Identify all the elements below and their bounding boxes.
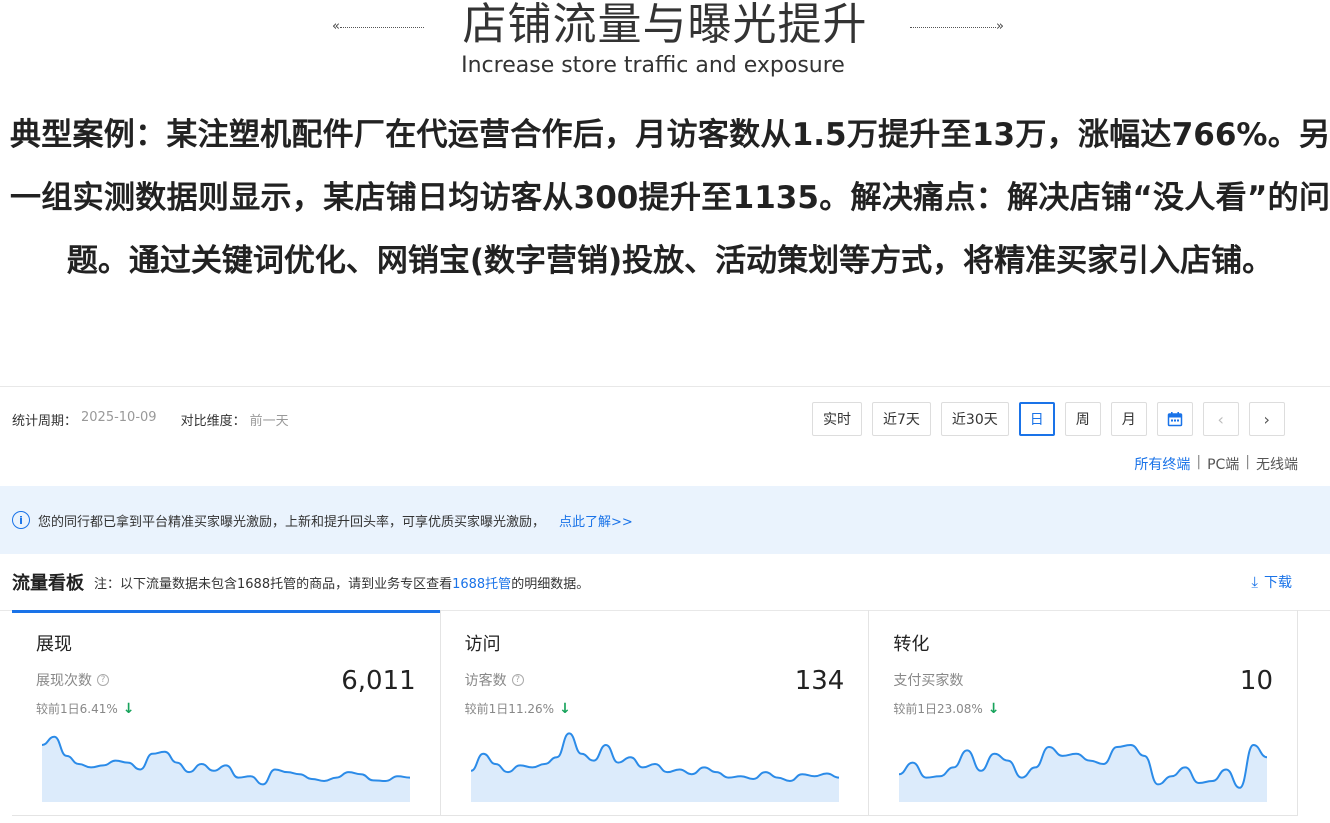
- board-header: 流量看板 注：以下流量数据未包含1688托管的商品，请到业务专区查看1688托管…: [12, 570, 1302, 594]
- notice-text: 您的同行都已拿到平台精准买家曝光激励，上新和提升回头率，可享优质买家曝光激励，: [38, 514, 546, 530]
- terminal-wireless-link[interactable]: 无线端: [1256, 454, 1298, 474]
- metric-label: 访客数 ?: [465, 670, 524, 690]
- compare-text: 较前1日23.08%: [893, 702, 983, 716]
- download-icon: ⤓: [1251, 573, 1258, 591]
- terminal-pc-link[interactable]: PC端: [1207, 454, 1239, 474]
- board-note-link[interactable]: 1688托管: [452, 577, 511, 592]
- calendar-button[interactable]: [1156, 402, 1193, 436]
- arrow-down-icon: ↓: [559, 700, 571, 717]
- metric-cards: 展现 展现次数 ? 6,011 较前1日6.41% ↓ 访问 访客数 ? 134…: [12, 610, 1299, 816]
- card-title: 转化: [893, 634, 930, 655]
- metric-label-text: 访客数: [464, 673, 507, 689]
- card-title: 展现: [36, 634, 72, 655]
- card-title: 访问: [464, 634, 501, 655]
- info-icon: i: [12, 511, 30, 529]
- help-icon[interactable]: ?: [511, 674, 524, 686]
- board-note: 注：以下流量数据未包含1688托管的商品，请到业务专区查看1688托管的明细数据…: [94, 573, 589, 592]
- month-button[interactable]: 月: [1110, 402, 1147, 436]
- compare-text: 较前1日11.26%: [464, 702, 555, 716]
- sparkline-chart: [470, 732, 839, 802]
- realtime-button[interactable]: 实时: [812, 402, 862, 436]
- sparkline-area: [899, 744, 1268, 802]
- separator: |: [1196, 454, 1202, 470]
- arrow-down-icon: ↓: [122, 700, 135, 717]
- chevron-left-icon: ‹: [1217, 409, 1224, 429]
- board-note-suffix: 的明细数据。: [511, 576, 590, 592]
- double-chevron-right-icon: »: [996, 19, 1004, 34]
- metric-value: 6,011: [341, 666, 416, 696]
- metric-label: 支付买家数: [893, 670, 963, 690]
- page-subtitle: Increase store traffic and exposure: [461, 53, 845, 78]
- download-button[interactable]: ⤓ 下载: [1251, 572, 1292, 592]
- metric-card-exposure[interactable]: 展现 展现次数 ? 6,011 较前1日6.41% ↓: [12, 610, 441, 816]
- sparkline-chart: [42, 735, 410, 802]
- download-label: 下载: [1264, 575, 1292, 591]
- case-description: 典型案例：某注塑机配件厂在代运营合作后，月访客数从1.5万提升至13万，涨幅达7…: [10, 117, 1330, 279]
- period-value: 2025-10-09: [81, 410, 157, 425]
- compare-text: 较前1日6.41%: [36, 702, 118, 716]
- page-title: 店铺流量与曝光提升: [462, 0, 868, 50]
- title-decoration-right: »: [910, 20, 1004, 34]
- metric-label-text: 支付买家数: [893, 673, 964, 689]
- metric-compare: 较前1日23.08% ↓: [893, 700, 999, 717]
- last-30-days-button[interactable]: 近30天: [940, 402, 1009, 436]
- metric-card-conversion[interactable]: 转化 支付买家数 10 较前1日23.08% ↓: [869, 610, 1299, 816]
- separator: |: [1245, 454, 1250, 470]
- traffic-dashboard: 统计周期： 2025-10-09 对比维度： 前一天 实时 近7天 近30天 日…: [0, 386, 1330, 823]
- metric-value: 134: [794, 666, 845, 696]
- metric-label-text: 展现次数: [36, 673, 92, 689]
- metric-value: 10: [1239, 666, 1274, 696]
- notice-learn-more-link[interactable]: 点此了解>>: [559, 511, 633, 530]
- metric-compare: 较前1日6.41% ↓: [36, 700, 135, 717]
- sparkline-area: [42, 736, 410, 802]
- compare-value[interactable]: 前一天: [250, 410, 289, 429]
- terminal-all-link[interactable]: 所有终端: [1134, 454, 1190, 474]
- arrow-down-icon: ↓: [987, 700, 1000, 717]
- prev-button[interactable]: ‹: [1202, 402, 1239, 436]
- compare-label: 对比维度：: [180, 414, 246, 429]
- period-info: 统计周期： 2025-10-09 对比维度： 前一天: [12, 410, 309, 429]
- period-label: 统计周期：: [12, 414, 78, 429]
- chevron-right-icon: ›: [1263, 409, 1270, 429]
- board-title: 流量看板: [12, 573, 84, 594]
- calendar-icon: [1167, 412, 1182, 427]
- sparkline-area: [470, 733, 839, 802]
- next-button[interactable]: ›: [1248, 402, 1285, 436]
- notice-banner: i 您的同行都已拿到平台精准买家曝光激励，上新和提升回头率，可享优质买家曝光激励…: [0, 486, 1330, 554]
- dotted-divider: [910, 27, 997, 28]
- section-header: « 店铺流量与曝光提升 »: [0, 0, 1330, 52]
- terminal-filter: 所有终端 | PC端 | 无线端: [1134, 454, 1298, 474]
- help-icon[interactable]: ?: [97, 674, 109, 686]
- week-button[interactable]: 周: [1064, 402, 1101, 436]
- last-7-days-button[interactable]: 近7天: [872, 402, 931, 436]
- board-note-prefix: 注：以下流量数据未包含1688托管的商品，请到业务专区查看: [94, 576, 453, 592]
- sparkline-chart: [899, 743, 1268, 802]
- metric-card-visits[interactable]: 访问 访客数 ? 134 较前1日11.26% ↓: [440, 610, 870, 816]
- metric-compare: 较前1日11.26% ↓: [465, 700, 571, 717]
- metric-label: 展现次数 ?: [36, 670, 109, 690]
- divider: [0, 386, 1330, 387]
- time-range-controls: 实时 近7天 近30天 日 周 月 ‹ ›: [812, 402, 1285, 436]
- day-button[interactable]: 日: [1018, 402, 1055, 436]
